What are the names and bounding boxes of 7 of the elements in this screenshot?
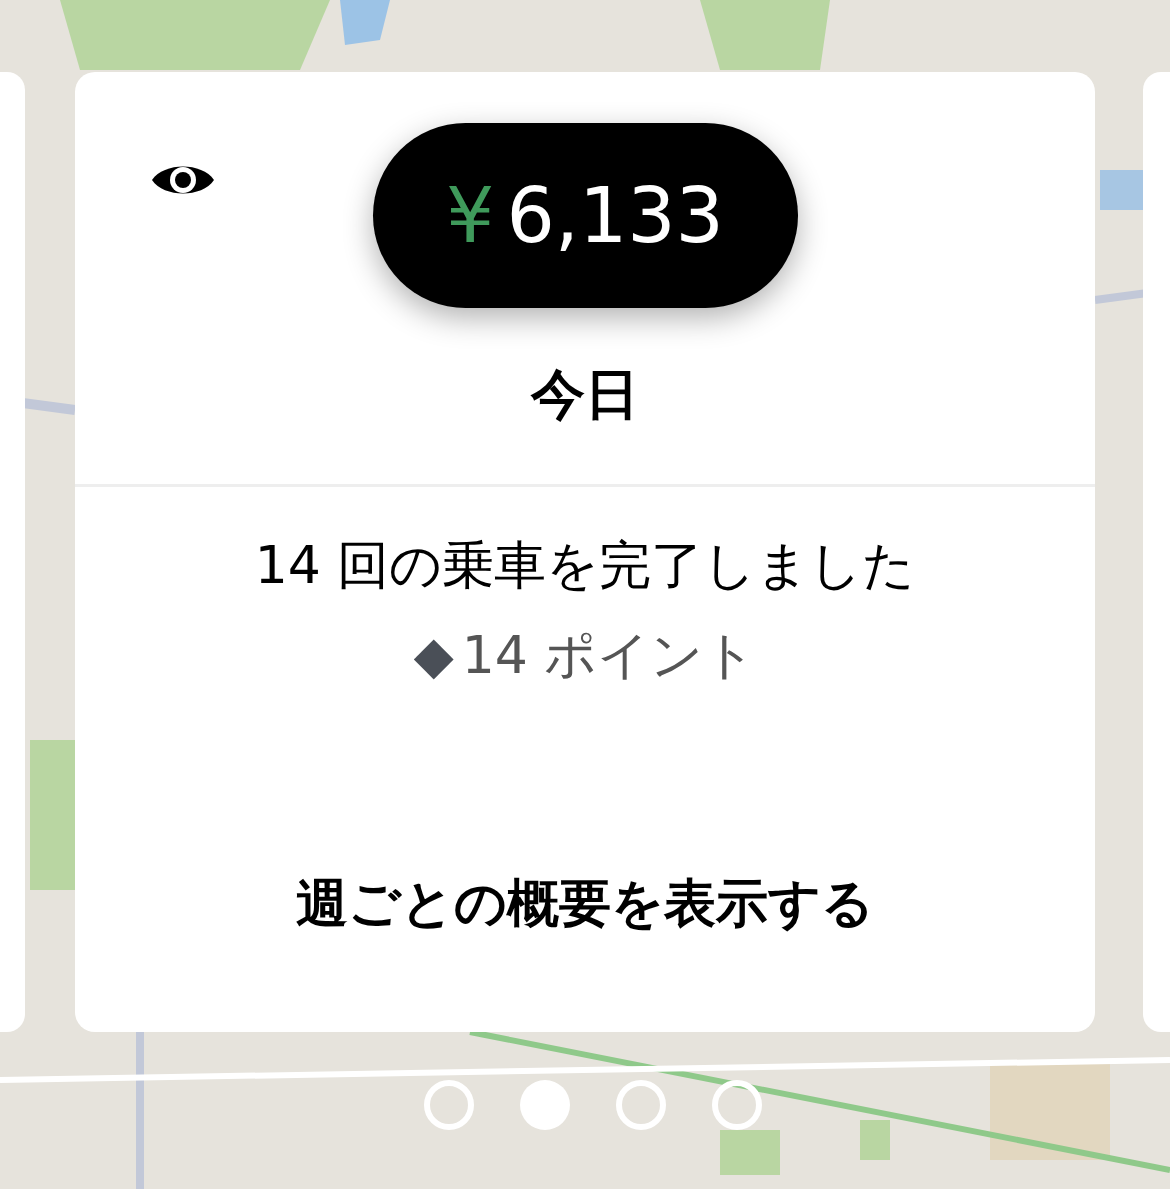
currency-symbol: ¥ [446,169,495,262]
period-label: 今日 [531,368,639,422]
points-label: 14 ポイント [461,629,757,681]
diamond-icon: ◆ [413,629,454,681]
earnings-pill[interactable]: ¥6,133 [372,123,798,308]
earnings-amount: 6,133 [506,169,724,262]
rides-summary: 14 回の乗車を完了しました [254,539,916,591]
